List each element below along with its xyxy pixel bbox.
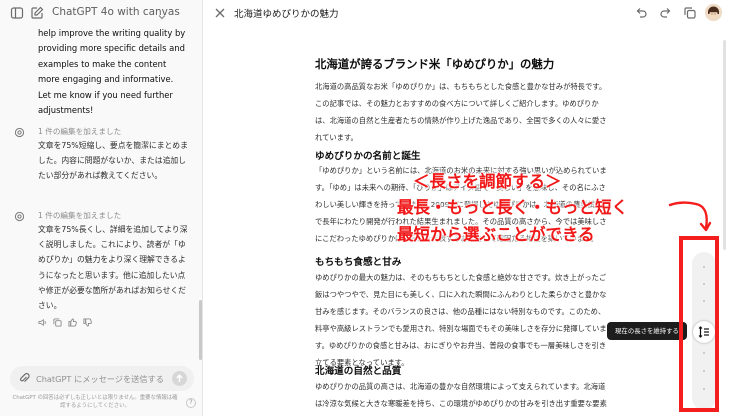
- new-chat-edit-icon[interactable]: [30, 6, 44, 20]
- length-tooltip: 現在の長さを維持する: [607, 322, 687, 340]
- paragraph: 北海道の高品質なお米「ゆめぴりか」は、もちもちとした食感と豊かな甘みが特長です。…: [315, 82, 607, 142]
- read-aloud-icon[interactable]: [38, 318, 47, 327]
- annotation-line: 最長・もっと長く・もっと短く: [397, 198, 628, 217]
- edit-summary: 文章を75%長くし、詳細を追加してより深く説明しました。これにより、読者が「ゆめ…: [38, 225, 188, 311]
- edit-summary: 文章を75%短縮し、要点を簡潔にまとめました。内容に問題がないか、または追加した…: [38, 141, 188, 181]
- chat-pane: ChatGPT 4o with canvas help improve the …: [0, 0, 203, 416]
- section-heading: ゆめぴりかの名前と誕生: [315, 151, 421, 162]
- document-title: 北海道が誇るブランド米「ゆめぴりか」の魅力: [315, 57, 555, 71]
- chevron-down-icon[interactable]: [157, 7, 167, 20]
- close-icon[interactable]: [213, 6, 227, 20]
- canvas-title: 北海道ゆめぴりかの魅力: [234, 9, 339, 20]
- message-input[interactable]: [36, 371, 166, 386]
- annotation-line: ＜長さを調節する＞: [413, 172, 562, 191]
- edit-label: 1 件の編集を加えました: [38, 211, 122, 220]
- section-heading: 北海道の自然と品質: [315, 366, 402, 377]
- redo-icon[interactable]: [659, 6, 673, 20]
- assistant-message: help improve the writing quality by prov…: [38, 28, 186, 116]
- annotation-highlight-box: [679, 236, 719, 412]
- chatgpt-logo-icon: [14, 127, 25, 138]
- edit-label: 1 件の編集を加えました: [38, 127, 122, 136]
- canvas-header: 北海道ゆめぴりかの魅力: [203, 0, 729, 26]
- send-button[interactable]: [172, 371, 187, 386]
- thumbs-down-icon[interactable]: [83, 318, 92, 327]
- paragraph: ゆめぴりかの品質の高さは、北海道の豊かな自然環境によって支えられています。北海道…: [315, 382, 607, 408]
- canvas-scrollbar[interactable]: [723, 40, 726, 250]
- undo-icon[interactable]: [634, 6, 648, 20]
- paragraph: ゆめぴりかの最大の魅力は、そのもちもちとした食感と絶妙な甘さです。炊き上がったご…: [315, 273, 607, 367]
- annotation-line: 最短から選ぶことができる: [397, 225, 595, 244]
- chatgpt-logo-icon: [14, 211, 25, 222]
- annotation-arrow: [668, 196, 716, 238]
- copy-icon[interactable]: [683, 6, 697, 20]
- copy-icon[interactable]: [53, 318, 62, 327]
- chat-scrollbar[interactable]: [199, 300, 202, 360]
- chat-header: ChatGPT 4o with canvas: [0, 0, 203, 26]
- help-button[interactable]: ?: [186, 398, 196, 408]
- message-composer: [10, 366, 194, 391]
- sidebar-icon[interactable]: [10, 6, 24, 20]
- disclaimer: ChatGPT の回答は必ずしも正しいとは限りません。重要な情報は確認するように…: [12, 395, 178, 409]
- attach-icon[interactable]: [18, 372, 30, 384]
- thumbs-up-icon[interactable]: [68, 318, 77, 327]
- user-avatar[interactable]: [705, 4, 722, 21]
- section-heading: もちもち食感と甘み: [315, 257, 402, 268]
